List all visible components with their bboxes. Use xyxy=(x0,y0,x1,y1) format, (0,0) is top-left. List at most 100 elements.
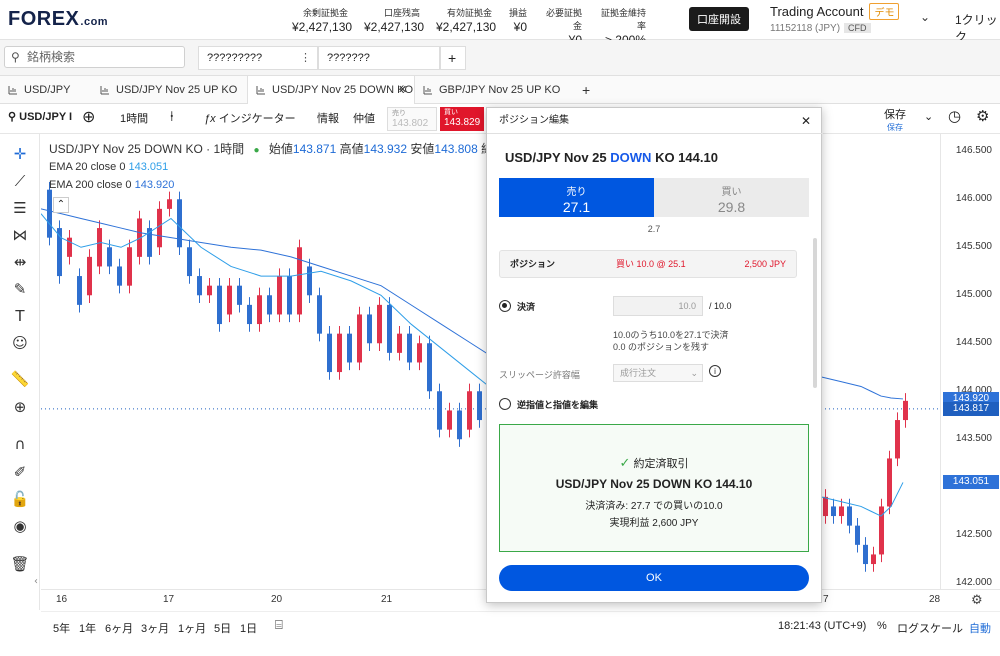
zoom-in-icon[interactable]: ⊕ xyxy=(10,397,30,417)
low-value: 143.808 xyxy=(434,142,478,156)
brand-logo[interactable]: FOREX.com xyxy=(8,8,108,31)
success-heading: ✓ 約定済取引 xyxy=(500,455,808,471)
stat-pl: 損益 ¥0 xyxy=(503,6,527,34)
ema20-legend[interactable]: EMA 20 close 0 143.051 xyxy=(49,161,168,173)
price-tick-label: 142.000 xyxy=(955,577,992,589)
candle xyxy=(207,285,212,296)
fib-icon[interactable]: ☰ xyxy=(10,198,30,218)
percent-scale-toggle[interactable]: % xyxy=(877,620,887,632)
candle xyxy=(457,410,462,440)
stat-value: ¥2,427,130 xyxy=(292,20,353,34)
clock-timezone[interactable]: 18:21:43 (UTC+9) xyxy=(778,620,866,632)
candle xyxy=(847,506,852,526)
tab-usdjpy-up-ko[interactable]: USD/JPY Nov 25 UP KO xyxy=(92,76,247,104)
eye-icon[interactable]: ◉ xyxy=(10,516,30,536)
text-icon[interactable]: T xyxy=(10,306,30,326)
watchlist-bar: ⚲ 銘柄検索 ????????? ⋮ ??????? + xyxy=(0,40,1000,104)
sell-quote-button[interactable]: 売り 143.802 xyxy=(387,107,437,131)
interval-selector[interactable]: 1時間 xyxy=(120,110,148,126)
indicators-button[interactable]: ƒx インジケーター xyxy=(204,110,296,126)
drawing-tools-sidebar: ✛ ⟋ ☰ ⋈ ⇹ ✎ T ☺ 📏 ⊕ ∩ ✐ 🔓 ◉ 🗑 ‹ xyxy=(0,134,40,610)
close-tab-icon[interactable]: ✕ xyxy=(398,76,407,104)
range-1m[interactable]: 1ヶ月 xyxy=(178,620,206,636)
watchlist-tab-1[interactable]: ????????? ⋮ xyxy=(198,46,318,70)
close-position-radio[interactable] xyxy=(499,300,511,312)
sell-price-button[interactable]: 売り 27.1 xyxy=(499,178,654,217)
account-dropdown-chevron-icon[interactable]: ⌄ xyxy=(920,10,930,24)
dialog-header: ポジション編集 xyxy=(487,108,823,134)
range-1d[interactable]: 1日 xyxy=(240,620,257,636)
stat-label: 有効証拠金 xyxy=(446,8,492,18)
symbol-selector[interactable]: ⚲ USD/JPY I xyxy=(8,110,72,123)
save-button[interactable]: 保存 保存 xyxy=(884,106,906,133)
candle-type-icon[interactable]: ⍿ xyxy=(170,108,174,125)
date-range-calendar-icon[interactable]: ⌸ xyxy=(275,617,283,633)
range-1y[interactable]: 1年 xyxy=(79,620,96,636)
log-scale-toggle[interactable]: ログスケール xyxy=(897,620,963,636)
slippage-label: スリッページ許容幅 xyxy=(499,370,580,380)
candle xyxy=(903,400,908,421)
account-switcher[interactable]: Trading Account デモ 11152118 (JPY) CFD xyxy=(770,3,900,34)
brush-icon[interactable]: ✎ xyxy=(10,279,30,299)
chart-tabs: USD/JPY USD/JPY Nov 25 UP KO USD/JPY Nov… xyxy=(0,76,1000,104)
pattern-icon[interactable]: ⋈ xyxy=(10,225,30,245)
magnet-icon[interactable]: ∩ xyxy=(10,434,30,454)
watchlist-tab-2[interactable]: ??????? xyxy=(318,46,440,70)
range-3m[interactable]: 3ヶ月 xyxy=(141,620,169,636)
trendline-icon[interactable]: ⟋ xyxy=(10,171,30,191)
auto-scale-toggle[interactable]: 自動 xyxy=(969,620,991,636)
info-button[interactable]: 情報 xyxy=(317,110,339,126)
lock-draw-icon[interactable]: ✐ xyxy=(10,462,30,482)
ema200-legend[interactable]: EMA 200 close 0 143.920 xyxy=(49,179,174,191)
lock-icon[interactable]: 🔓 xyxy=(10,489,30,509)
close-icon[interactable]: ✕ xyxy=(801,114,811,128)
open-account-button[interactable]: 口座開設 xyxy=(689,7,749,31)
candle xyxy=(327,333,332,373)
collapse-sidebar-icon[interactable]: ‹ xyxy=(34,576,38,587)
range-5d[interactable]: 5日 xyxy=(214,620,231,636)
buy-quote-label: 買い xyxy=(444,109,458,116)
tab-usdjpy[interactable]: USD/JPY xyxy=(0,76,92,104)
alert-clock-icon[interactable]: ◷ xyxy=(948,107,961,125)
trade-confirmation-panel: ✓ 約定済取引 USD/JPY Nov 25 DOWN KO 144.10 決済… xyxy=(499,424,809,552)
stat-equity: 有効証拠金 ¥2,427,130 xyxy=(436,6,496,34)
close-quantity-input[interactable]: 10.0 xyxy=(613,296,703,316)
watchlist-label: ????????? xyxy=(207,52,263,64)
settings-gear-icon[interactable]: ⚙ xyxy=(976,107,989,125)
candle xyxy=(97,228,102,267)
axis-settings-gear-icon[interactable]: ⚙ xyxy=(971,593,983,608)
price-axis[interactable]: 146.500 146.000 145.500 145.000 144.500 144.0… xyxy=(940,134,1000,589)
save-dropdown-chevron-icon[interactable]: ⌄ xyxy=(924,110,933,123)
success-closed-detail: 決済済み: 27.7 での買いの10.0 xyxy=(585,501,723,512)
compare-add-icon[interactable]: ⊕ xyxy=(82,107,95,127)
measure-tool-icon[interactable]: ⇹ xyxy=(10,252,30,272)
add-tab-button[interactable]: + xyxy=(575,76,599,104)
candle xyxy=(447,410,452,430)
slippage-select[interactable]: 成行注文 ⌄ xyxy=(613,364,703,382)
collapse-legend-chevron-icon[interactable]: ⌃ xyxy=(53,197,69,213)
tab-usdjpy-down-ko[interactable]: USD/JPY Nov 25 DOWN KO ✕ xyxy=(247,76,415,104)
add-watchlist-button[interactable]: + xyxy=(440,46,466,70)
ok-button[interactable]: OK xyxy=(499,565,809,591)
range-5y[interactable]: 5年 xyxy=(53,620,70,636)
crosshair-icon[interactable]: ✛ xyxy=(10,144,30,164)
buy-price-button[interactable]: 買い 29.8 xyxy=(654,178,809,217)
emoji-icon[interactable]: ☺ xyxy=(10,333,30,353)
ruler-icon[interactable]: 📏 xyxy=(10,369,30,389)
kebab-menu-icon[interactable]: ⋮ xyxy=(300,47,311,69)
tab-gbpjpy-up-ko[interactable]: GBP/JPY Nov 25 UP KO xyxy=(415,76,575,104)
position-value: 買い 10.0 @ 25.1 xyxy=(616,251,688,277)
mid-price-button[interactable]: 仲値 xyxy=(353,110,375,126)
candle xyxy=(127,247,132,286)
candle xyxy=(367,314,372,344)
ema20-label: EMA 20 close 0 xyxy=(49,161,126,173)
trash-icon[interactable]: 🗑 xyxy=(10,554,30,574)
buy-quote-button[interactable]: 買い 143.829 xyxy=(440,107,484,131)
edit-stop-limit-radio[interactable] xyxy=(499,398,511,410)
range-6m[interactable]: 6ヶ月 xyxy=(105,620,133,636)
symbol-search-input[interactable]: ⚲ 銘柄検索 xyxy=(4,46,185,68)
info-icon[interactable]: i xyxy=(709,365,721,377)
dialog-scrollbar[interactable] xyxy=(813,238,817,388)
candle xyxy=(257,295,262,325)
candle xyxy=(187,247,192,277)
